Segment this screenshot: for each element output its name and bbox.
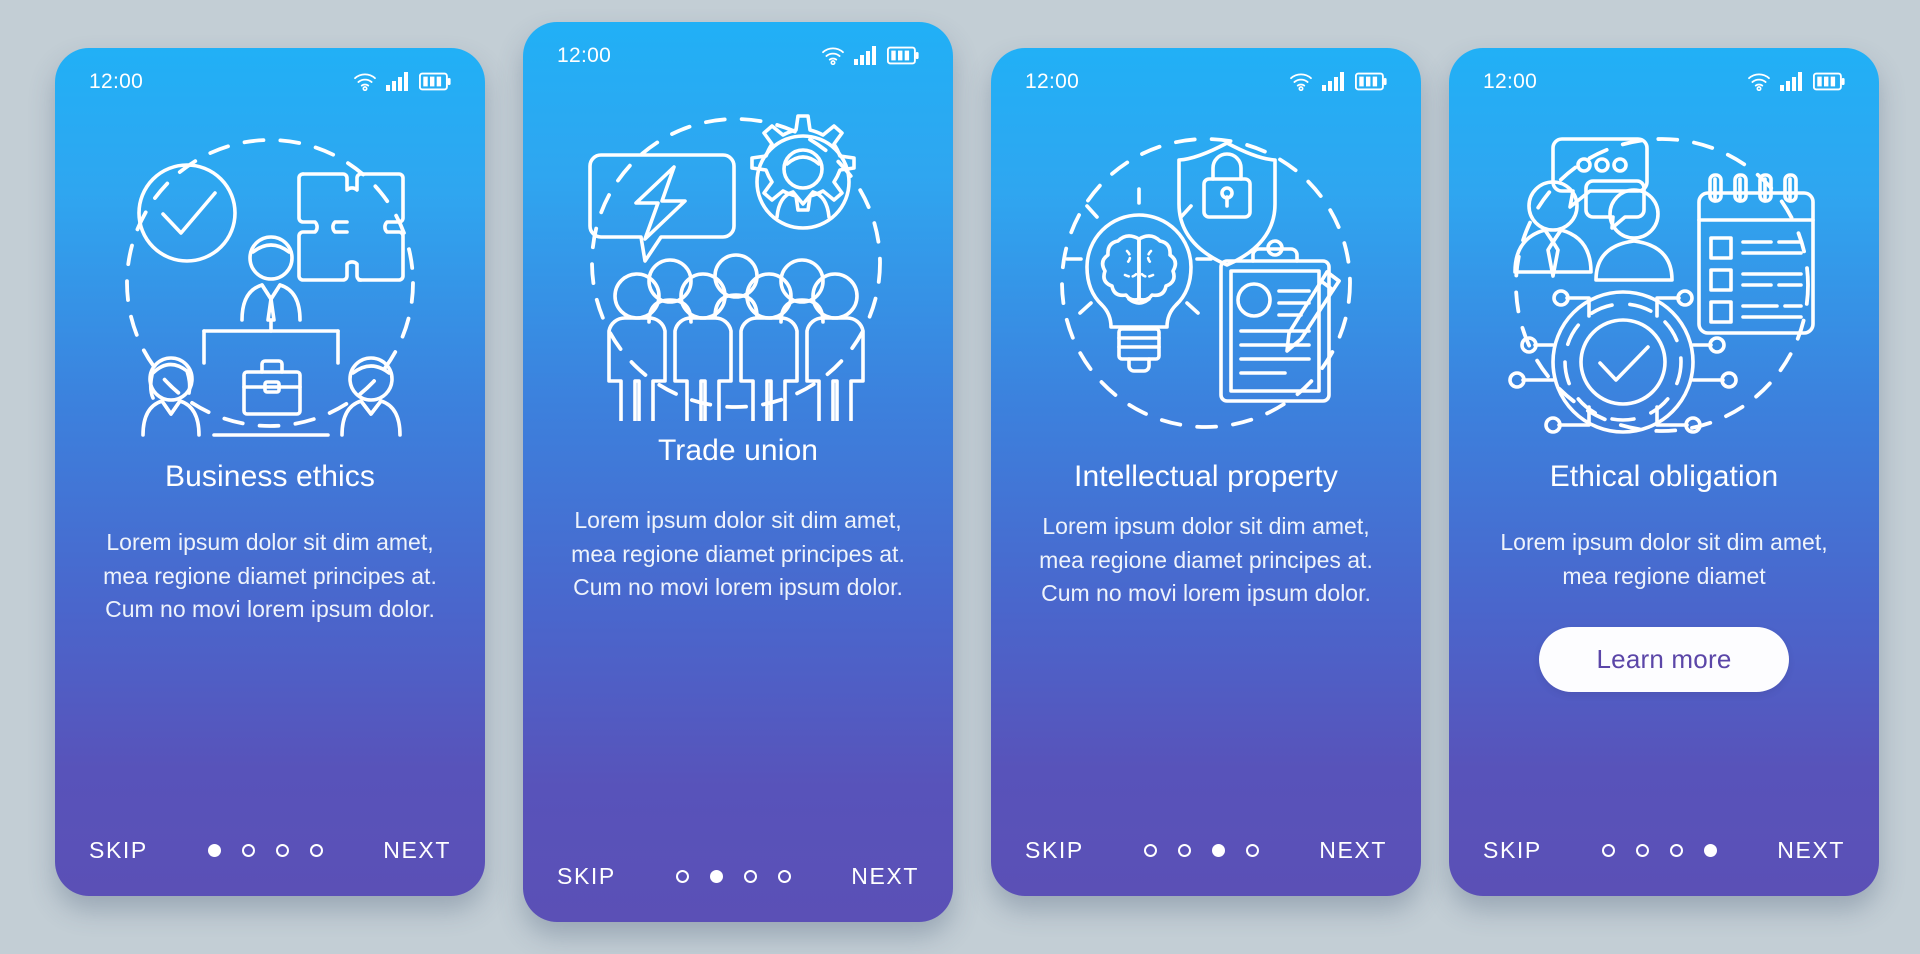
status-bar-time: 12:00 bbox=[557, 43, 612, 67]
battery-icon bbox=[887, 46, 919, 65]
pagination-dot-3[interactable] bbox=[1212, 843, 1226, 857]
onboarding-footer: SKIP NEXT bbox=[523, 830, 953, 922]
status-bar: 12:00 bbox=[991, 48, 1421, 100]
pagination-dot-3[interactable] bbox=[744, 869, 758, 883]
battery-icon bbox=[1355, 72, 1387, 91]
pagination-dot-2[interactable] bbox=[242, 843, 256, 857]
onboarding-footer: SKIP NEXT bbox=[55, 804, 485, 896]
page-title: Ethical obligation bbox=[1549, 460, 1779, 493]
page-title: Intellectual property bbox=[1074, 460, 1338, 493]
business-ethics-illustration bbox=[55, 100, 485, 458]
onboarding-footer: SKIP NEXT bbox=[1449, 804, 1879, 896]
pagination-dot-3[interactable] bbox=[276, 843, 290, 857]
status-bar-icons bbox=[353, 71, 451, 91]
status-bar-icons bbox=[1289, 71, 1387, 91]
skip-button[interactable]: SKIP bbox=[89, 837, 148, 864]
page-description: Lorem ipsum dolor sit dim amet, mea regi… bbox=[1500, 529, 1828, 589]
pagination-dot-2[interactable] bbox=[710, 869, 724, 883]
wifi-icon bbox=[1747, 72, 1771, 91]
page-title: Trade union bbox=[657, 434, 819, 467]
next-button[interactable]: NEXT bbox=[1319, 837, 1387, 864]
cellular-signal-icon bbox=[386, 71, 410, 91]
cellular-signal-icon bbox=[1322, 71, 1346, 91]
skip-button[interactable]: SKIP bbox=[557, 863, 616, 890]
onboarding-screen-trade-union: 12:00 Trade union Lorem ipsum dolor sit … bbox=[523, 22, 953, 922]
cellular-signal-icon bbox=[1780, 71, 1804, 91]
status-bar-time: 12:00 bbox=[89, 69, 144, 93]
onboarding-footer: SKIP NEXT bbox=[991, 804, 1421, 896]
next-button[interactable]: NEXT bbox=[383, 837, 451, 864]
wifi-icon bbox=[821, 46, 845, 65]
next-button[interactable]: NEXT bbox=[1777, 837, 1845, 864]
pagination-dot-2[interactable] bbox=[1636, 843, 1650, 857]
pagination-dot-1[interactable] bbox=[208, 843, 222, 857]
onboarding-screen-intellectual-property: 12:00 Intellectual property Lorem ipsum … bbox=[991, 48, 1421, 896]
pagination-dot-4[interactable] bbox=[310, 843, 324, 857]
onboarding-screen-business-ethics: 12:00 Business ethics Lorem ipsum dolor … bbox=[55, 48, 485, 896]
pagination-dot-4[interactable] bbox=[1246, 843, 1260, 857]
pagination-dot-1[interactable] bbox=[1144, 843, 1158, 857]
status-bar-time: 12:00 bbox=[1025, 69, 1080, 93]
trade-union-illustration bbox=[523, 74, 953, 432]
page-description: Lorem ipsum dolor sit dim amet, mea regi… bbox=[1039, 513, 1373, 607]
pagination-dots bbox=[676, 869, 792, 883]
status-bar-time: 12:00 bbox=[1483, 69, 1538, 93]
battery-icon bbox=[419, 72, 451, 91]
ethical-obligation-illustration bbox=[1449, 100, 1879, 458]
pagination-dots bbox=[1144, 843, 1260, 857]
skip-button[interactable]: SKIP bbox=[1025, 837, 1084, 864]
status-bar-icons bbox=[821, 45, 919, 65]
next-button[interactable]: NEXT bbox=[851, 863, 919, 890]
status-bar: 12:00 bbox=[523, 22, 953, 74]
wifi-icon bbox=[353, 72, 377, 91]
cellular-signal-icon bbox=[854, 45, 878, 65]
pagination-dot-2[interactable] bbox=[1178, 843, 1192, 857]
onboarding-screen-ethical-obligation: 12:00 Ethical obligation Lorem ipsum dol… bbox=[1449, 48, 1879, 896]
status-bar: 12:00 bbox=[55, 48, 485, 100]
status-bar: 12:00 bbox=[1449, 48, 1879, 100]
pagination-dots bbox=[208, 843, 324, 857]
pagination-dot-1[interactable] bbox=[676, 869, 690, 883]
page-description: Lorem ipsum dolor sit dim amet, mea regi… bbox=[103, 529, 437, 623]
intellectual-property-illustration bbox=[991, 100, 1421, 458]
pagination-dot-4[interactable] bbox=[778, 869, 792, 883]
status-bar-icons bbox=[1747, 71, 1845, 91]
learn-more-wrapper: Learn more bbox=[1449, 627, 1879, 693]
pagination-dot-1[interactable] bbox=[1602, 843, 1616, 857]
onboarding-screens-stage: 12:00 Business ethics Lorem ipsum dolor … bbox=[0, 0, 1920, 954]
page-title: Business ethics bbox=[165, 460, 375, 493]
pagination-dot-4[interactable] bbox=[1704, 843, 1718, 857]
wifi-icon bbox=[1289, 72, 1313, 91]
pagination-dots bbox=[1602, 843, 1718, 857]
battery-icon bbox=[1813, 72, 1845, 91]
skip-button[interactable]: SKIP bbox=[1483, 837, 1542, 864]
page-description: Lorem ipsum dolor sit dim amet, mea regi… bbox=[571, 507, 905, 601]
learn-more-button[interactable]: Learn more bbox=[1538, 627, 1790, 693]
pagination-dot-3[interactable] bbox=[1670, 843, 1684, 857]
